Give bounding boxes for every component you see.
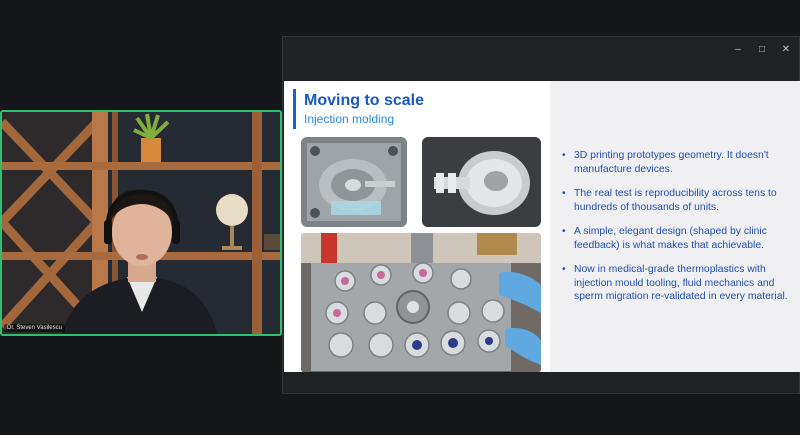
bullet-item: A simple, elegant design (shaped by clin… bbox=[560, 225, 790, 252]
presentation-slide: Moving to scale Injection molding • 3D p… bbox=[284, 81, 800, 372]
slide-subtitle: Injection molding bbox=[304, 112, 395, 126]
participant-video-tile[interactable]: Dr. Steven Vasilescu bbox=[0, 110, 282, 336]
slide-title: Moving to scale bbox=[304, 92, 425, 109]
title-accent-bar bbox=[293, 89, 296, 129]
participant-name-label: Dr. Steven Vasilescu bbox=[4, 324, 65, 332]
window-controls: – □ ✕ bbox=[731, 43, 793, 57]
mould-photo bbox=[301, 137, 407, 227]
moulded-part-photo bbox=[422, 137, 541, 227]
bullet-item: Now in medical-grade thermoplastics with… bbox=[560, 263, 790, 304]
maximize-button[interactable]: □ bbox=[755, 43, 769, 57]
bullet-item: 3D printing prototypes geometry. It does… bbox=[560, 149, 790, 176]
bullet-item: The real test is reproducibility across … bbox=[560, 187, 790, 214]
webcam-video-frame bbox=[2, 112, 280, 334]
slide-bullet-list: 3D printing prototypes geometry. It does… bbox=[560, 149, 790, 315]
shared-screen-window: – □ ✕ Moving to scale Injection molding bbox=[282, 36, 800, 394]
close-button[interactable]: ✕ bbox=[779, 43, 793, 57]
minimize-button[interactable]: – bbox=[731, 43, 745, 57]
injection-machine-photo bbox=[301, 233, 541, 372]
